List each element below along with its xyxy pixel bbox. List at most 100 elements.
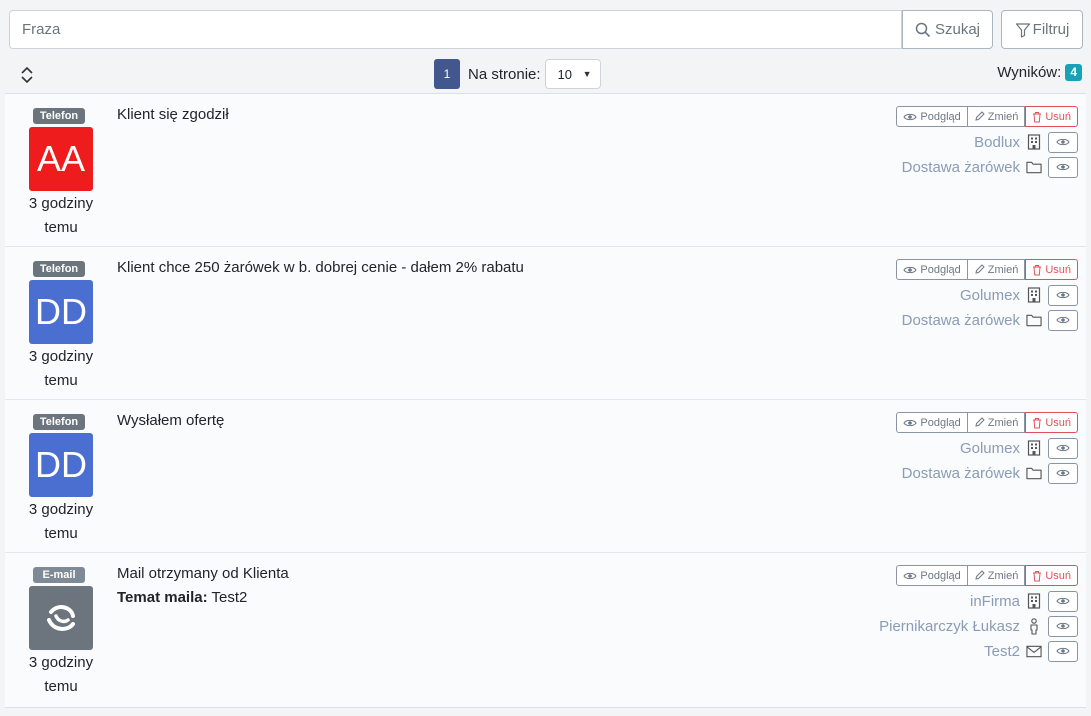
eye-icon: [903, 572, 918, 579]
mail-subject-value: Test2: [207, 589, 248, 606]
eye-icon: [1056, 647, 1070, 655]
avatar: DD: [29, 433, 93, 497]
delete-label: Usuń: [1045, 263, 1071, 276]
preview-label: Podgląd: [920, 263, 961, 276]
preview-related-button[interactable]: [1048, 156, 1078, 178]
related-link-row: Dostawa żarówek: [902, 155, 1078, 179]
eye-icon: [1056, 291, 1070, 299]
results-label: Wyników:: [997, 64, 1062, 81]
eye-icon: [1056, 138, 1070, 146]
timestamp-line: 3 godziny: [28, 195, 94, 212]
list-toolbar: 1 Na stronie: 10 ▼ Wyników: 4: [5, 56, 1086, 94]
pencil-icon: [975, 417, 985, 427]
activity-title: Wysłałem ofertę: [117, 412, 225, 429]
filter-button[interactable]: Filtruj: [1001, 10, 1083, 49]
preview-related-button[interactable]: [1048, 615, 1078, 637]
related-link[interactable]: Dostawa żarówek: [902, 159, 1020, 176]
type-badge: Telefon: [33, 108, 85, 124]
delete-label: Usuń: [1045, 569, 1071, 582]
related-link[interactable]: Dostawa żarówek: [902, 465, 1020, 482]
preview-related-button[interactable]: [1048, 462, 1078, 484]
edit-label: Zmień: [987, 263, 1019, 276]
related-link-row: Dostawa żarówek: [902, 308, 1078, 332]
search-bar: Szukaj Filtruj: [9, 10, 1083, 49]
caret-down-icon: ▼: [582, 69, 592, 79]
related-link[interactable]: Golumex: [960, 440, 1020, 457]
preview-button[interactable]: Podgląd: [896, 565, 968, 586]
trash-icon: [1033, 264, 1042, 275]
related-link[interactable]: Golumex: [960, 287, 1020, 304]
activity-item: Telefon DD 3 godziny temu Klient chce 250…: [5, 247, 1086, 400]
related-link[interactable]: Piernikarczyk Łukasz: [879, 618, 1020, 635]
preview-button[interactable]: Podgląd: [896, 106, 968, 127]
preview-related-button[interactable]: [1048, 284, 1078, 306]
timestamp-line: 3 godziny: [28, 654, 94, 671]
activity-list: Telefon AA 3 godziny temu Klient się zgod…: [5, 94, 1086, 708]
sort-icon[interactable]: [19, 66, 35, 84]
preview-related-button[interactable]: [1048, 437, 1078, 459]
edit-button[interactable]: Zmień: [967, 565, 1026, 586]
eye-icon: [1056, 316, 1070, 324]
pencil-icon: [975, 111, 985, 121]
related-link[interactable]: inFirma: [970, 593, 1020, 610]
related-link[interactable]: Dostawa żarówek: [902, 312, 1020, 329]
search-button[interactable]: Szukaj: [902, 10, 993, 49]
folder-icon: [1026, 465, 1042, 481]
item-actions: Podgląd Zmień Usuń: [896, 412, 1078, 433]
delete-button[interactable]: Usuń: [1025, 106, 1078, 127]
edit-button[interactable]: Zmień: [967, 412, 1026, 433]
preview-related-button[interactable]: [1048, 131, 1078, 153]
timestamp-line: 3 godziny: [28, 348, 94, 365]
mail-subject: Temat maila: Test2: [117, 589, 247, 606]
preview-label: Podgląd: [920, 569, 961, 582]
per-page-value: 10: [557, 66, 573, 82]
activity-item: Telefon AA 3 godziny temu Klient się zgod…: [5, 94, 1086, 247]
type-badge: Telefon: [33, 414, 85, 430]
delete-button[interactable]: Usuń: [1025, 565, 1078, 586]
preview-label: Podgląd: [920, 416, 961, 429]
trash-icon: [1033, 417, 1042, 428]
activity-item: Telefon DD 3 godziny temu Wysłałem ofertę…: [5, 400, 1086, 553]
edit-label: Zmień: [987, 110, 1019, 123]
timestamp: 3 godziny temu: [15, 192, 107, 240]
building-icon: [1026, 593, 1042, 609]
filter-button-label: Filtruj: [1032, 21, 1070, 38]
edit-label: Zmień: [987, 416, 1019, 429]
avatar-initials: DD: [35, 291, 87, 332]
preview-related-button[interactable]: [1048, 640, 1078, 662]
edit-button[interactable]: Zmień: [967, 106, 1026, 127]
delete-button[interactable]: Usuń: [1025, 259, 1078, 280]
edit-label: Zmień: [987, 569, 1019, 582]
preview-related-button[interactable]: [1048, 309, 1078, 331]
related-link-row: Golumex: [902, 283, 1078, 307]
related-links: Golumex Dostawa żarówek: [902, 283, 1078, 333]
timestamp: 3 godziny temu: [15, 345, 107, 393]
item-actions: Podgląd Zmień Usuń: [896, 106, 1078, 127]
activity-title: Klient się zgodził: [117, 106, 229, 123]
preview-button[interactable]: Podgląd: [896, 259, 968, 280]
related-link[interactable]: Test2: [984, 643, 1020, 660]
avatar: [29, 586, 93, 650]
building-icon: [1026, 134, 1042, 150]
preview-button[interactable]: Podgląd: [896, 412, 968, 433]
related-link-row: Golumex: [902, 436, 1078, 460]
per-page-select[interactable]: 10 ▼: [544, 59, 601, 89]
activity-title: Mail otrzymany od Klienta: [117, 565, 289, 582]
preview-related-button[interactable]: [1048, 590, 1078, 612]
eye-icon: [903, 419, 918, 426]
related-link-row: inFirma: [879, 589, 1078, 613]
edit-button[interactable]: Zmień: [967, 259, 1026, 280]
type-badge: E-mail: [33, 567, 85, 583]
search-input[interactable]: [9, 10, 902, 49]
folder-icon: [1026, 159, 1042, 175]
page-button-active[interactable]: 1: [434, 59, 460, 89]
delete-button[interactable]: Usuń: [1025, 412, 1078, 433]
item-actions: Podgląd Zmień Usuń: [896, 565, 1078, 586]
pagination: 1 Na stronie: 10 ▼: [434, 59, 601, 89]
timestamp-line: 3 godziny: [28, 501, 94, 518]
related-link-row: Dostawa żarówek: [902, 461, 1078, 485]
building-icon: [1026, 287, 1042, 303]
related-link[interactable]: Bodlux: [974, 134, 1020, 151]
eye-icon: [1056, 469, 1070, 477]
item-actions: Podgląd Zmień Usuń: [896, 259, 1078, 280]
